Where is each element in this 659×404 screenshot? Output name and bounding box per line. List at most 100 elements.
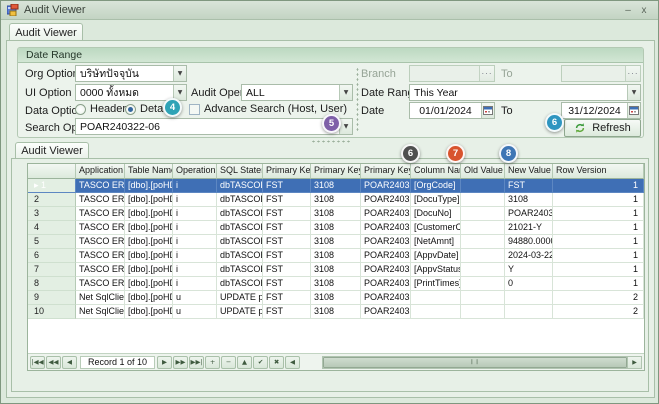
grid-cell[interactable]: [NetAmnt] xyxy=(411,235,461,249)
grid-cell[interactable] xyxy=(461,235,505,249)
grid-cell[interactable]: 2 xyxy=(553,291,644,305)
grid-cell[interactable]: [DocuNo] xyxy=(411,207,461,221)
grid-cell[interactable]: FST xyxy=(263,207,311,221)
grid-cell[interactable]: TASCO ERP xyxy=(76,249,125,263)
next-record-button[interactable]: ▶ xyxy=(157,356,172,369)
grid-cell[interactable]: FST xyxy=(263,263,311,277)
column-header-row-version[interactable]: Row Version xyxy=(553,164,644,179)
grid-cell[interactable]: TASCO ERP xyxy=(76,193,125,207)
grid-cell[interactable]: [CustomerC... xyxy=(411,221,461,235)
column-header-primary-key2[interactable]: Primary Key2 xyxy=(311,164,361,179)
grid-cell[interactable] xyxy=(411,291,461,305)
grid-cell[interactable]: 1 xyxy=(553,179,644,193)
branch-to-field[interactable]: ··· xyxy=(561,65,641,82)
grid-cell[interactable] xyxy=(461,277,505,291)
grid-row[interactable]: 6TASCO ERP[dbo].[poHD]idbTASCOE...FST310… xyxy=(28,249,644,263)
grid-cell[interactable]: [DocuType] xyxy=(411,193,461,207)
column-header-table-name[interactable]: Table Name xyxy=(125,164,173,179)
grid-cell[interactable]: 3108 xyxy=(311,207,361,221)
grid-cell[interactable]: Y xyxy=(505,263,553,277)
grid-cell[interactable]: FST xyxy=(263,235,311,249)
grid-cell[interactable]: 3108 xyxy=(505,193,553,207)
ellipsis-button[interactable]: ··· xyxy=(479,66,494,81)
grid-cell[interactable]: UPDATE po... xyxy=(217,305,263,319)
grid-cell[interactable]: dbTASCOE... xyxy=(217,193,263,207)
search-option-combobox[interactable]: POAR240322-06 ▼ xyxy=(75,118,353,135)
grid-cell[interactable]: TASCO ERP xyxy=(76,179,125,193)
grid-cell[interactable]: 3108 xyxy=(311,277,361,291)
grid-cell[interactable]: i xyxy=(173,207,217,221)
grid-cell[interactable]: Net SqlClie... xyxy=(76,291,125,305)
grid-cell[interactable]: [OrgCode] xyxy=(411,179,461,193)
org-option-combobox[interactable]: บริษัทปัจจุบัน ▼ xyxy=(75,65,187,82)
grid-cell[interactable]: 2024-03-22 xyxy=(505,249,553,263)
grid-cell[interactable]: dbTASCOE... xyxy=(217,207,263,221)
title-bar[interactable]: Audit Viewer – x xyxy=(1,1,658,20)
grid-cell[interactable]: 1 xyxy=(553,249,644,263)
grid-row[interactable]: 10Net SqlClie...[dbo].[poHD]uUPDATE po..… xyxy=(28,305,644,319)
grid-cell[interactable]: [AppvStatus] xyxy=(411,263,461,277)
grid-cell[interactable]: [dbo].[poHD] xyxy=(125,179,173,193)
grid-cell[interactable]: FST xyxy=(263,221,311,235)
grid-cell[interactable]: POAR24032... xyxy=(505,207,553,221)
calendar-icon[interactable] xyxy=(481,103,494,118)
ellipsis-button[interactable]: ··· xyxy=(625,66,640,81)
grid-cell[interactable]: i xyxy=(173,249,217,263)
row-indicator[interactable]: 3 xyxy=(28,207,76,221)
grid-cell[interactable]: FST xyxy=(263,291,311,305)
grid-cell[interactable]: [dbo].[poHD] xyxy=(125,291,173,305)
grid-cell[interactable]: i xyxy=(173,263,217,277)
grid-cell[interactable]: 3108 xyxy=(311,221,361,235)
grid-cell[interactable]: 2 xyxy=(553,305,644,319)
grid-cell[interactable]: 1 xyxy=(553,263,644,277)
grid-cell[interactable] xyxy=(461,305,505,319)
edit-record-button[interactable]: ▲ xyxy=(237,356,252,369)
date-range-combobox[interactable]: This Year ▼ xyxy=(409,84,641,101)
grid-row[interactable]: 4TASCO ERP[dbo].[poHD]idbTASCOE...FST310… xyxy=(28,221,644,235)
row-indicator[interactable]: 7 xyxy=(28,263,76,277)
date-to-field[interactable]: 31/12/2024 xyxy=(561,102,641,119)
row-indicator[interactable]: 2 xyxy=(28,193,76,207)
grid-cell[interactable]: 3108 xyxy=(311,305,361,319)
grid-cell[interactable]: i xyxy=(173,221,217,235)
row-indicator[interactable]: 6 xyxy=(28,249,76,263)
grid-cell[interactable]: FST xyxy=(263,179,311,193)
prev-record-button[interactable]: ◀ xyxy=(62,356,77,369)
row-indicator[interactable]: 4 xyxy=(28,221,76,235)
grid-cell[interactable] xyxy=(461,193,505,207)
grid-cell[interactable] xyxy=(461,207,505,221)
grid-cell[interactable]: [dbo].[poHD] xyxy=(125,277,173,291)
grid-cell[interactable]: FST xyxy=(263,193,311,207)
grid-cell[interactable]: [dbo].[poHD] xyxy=(125,263,173,277)
row-indicator[interactable]: ▸ 1 xyxy=(28,179,76,193)
grid-cell[interactable]: TASCO ERP xyxy=(76,207,125,221)
column-header-column-name[interactable]: Column Name xyxy=(411,164,461,179)
grid-row[interactable]: ▸ 1TASCO ERP[dbo].[poHD]idbTASCOE...FST3… xyxy=(28,179,644,193)
grid-cell[interactable]: [dbo].[poHD] xyxy=(125,193,173,207)
append-record-button[interactable]: + xyxy=(205,356,220,369)
grid-cell[interactable]: 1 xyxy=(553,193,644,207)
row-indicator[interactable]: 8 xyxy=(28,277,76,291)
next-page-button[interactable]: ▶▶ xyxy=(173,356,188,369)
grid-cell[interactable] xyxy=(505,291,553,305)
grid-cell[interactable]: 0 xyxy=(505,277,553,291)
grid-cell[interactable]: POAR24032... xyxy=(361,291,411,305)
grid-row[interactable]: 7TASCO ERP[dbo].[poHD]idbTASCOE...FST310… xyxy=(28,263,644,277)
grid-cell[interactable]: POAR24032... xyxy=(361,193,411,207)
grid-cell[interactable]: dbTASCOE... xyxy=(217,235,263,249)
grid-cell[interactable]: 1 xyxy=(553,235,644,249)
grid-cell[interactable]: 3108 xyxy=(311,193,361,207)
header-radio[interactable]: Header xyxy=(75,103,126,115)
grid-cell[interactable]: i xyxy=(173,179,217,193)
grid-cell[interactable]: [AppvDate] xyxy=(411,249,461,263)
grid-cell[interactable]: u xyxy=(173,305,217,319)
grid-cell[interactable]: dbTASCOE... xyxy=(217,263,263,277)
grid-cell[interactable]: TASCO ERP xyxy=(76,263,125,277)
column-header-application[interactable]: Application xyxy=(76,164,125,179)
grid-cell[interactable]: [dbo].[poHD] xyxy=(125,249,173,263)
column-header-primary-key[interactable]: Primary Key xyxy=(263,164,311,179)
horizontal-splitter-handle[interactable] xyxy=(311,140,351,143)
calendar-icon[interactable] xyxy=(627,103,640,118)
grid-cell[interactable]: 94880.0000... xyxy=(505,235,553,249)
column-header-sql-statem[interactable]: SQL Statem... xyxy=(217,164,263,179)
